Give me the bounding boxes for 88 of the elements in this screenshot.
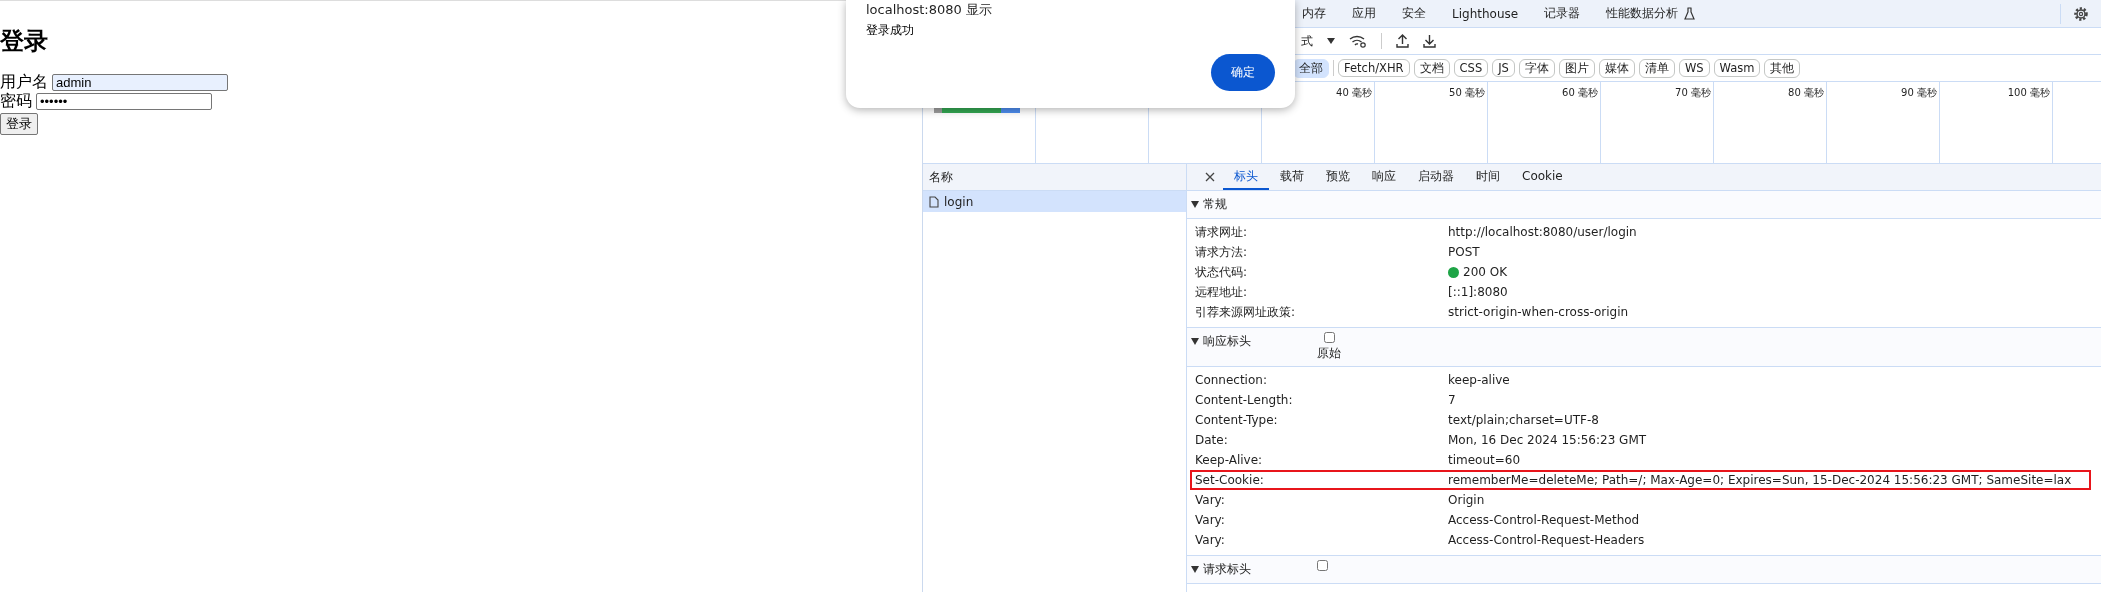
- wifi-gear-icon[interactable]: [1349, 34, 1367, 48]
- header-name: 请求方法:: [1194, 243, 1249, 261]
- header-value: text/plain;charset=UTF-8: [1448, 413, 1599, 427]
- filter-chip[interactable]: WS: [1678, 59, 1710, 77]
- close-icon[interactable]: [1205, 172, 1215, 182]
- collapse-triangle-icon[interactable]: [1191, 201, 1199, 208]
- filter-chip[interactable]: 字体: [1518, 58, 1555, 78]
- raw-checkbox[interactable]: [1317, 560, 1328, 571]
- filter-chip[interactable]: JS: [1492, 59, 1515, 77]
- field-label: 密码: [0, 91, 32, 111]
- throttle-dropdown[interactable]: 式: [1301, 32, 1313, 50]
- devtools-tab[interactable]: 应用: [1339, 0, 1389, 27]
- time-tick-label: 40 毫秒: [1336, 86, 1372, 100]
- detail-tab[interactable]: 启动器: [1407, 164, 1465, 190]
- header-value: [::1]:8080: [1448, 285, 1508, 299]
- section-title[interactable]: 常规: [1203, 196, 1227, 213]
- devtools-tab[interactable]: 安全: [1389, 0, 1439, 27]
- time-tick-label: 50 毫秒: [1449, 86, 1485, 100]
- input-field[interactable]: ••••••: [36, 93, 212, 110]
- header-name: Vary:: [1194, 533, 1226, 547]
- flask-icon: [1684, 7, 1696, 20]
- devtools-tab[interactable]: Lighthouse: [1439, 0, 1532, 27]
- status-dot: [1448, 266, 1459, 278]
- header-value: Origin: [1448, 493, 1485, 507]
- header-value: Mon, 16 Dec 2024 15:56:23 GMT: [1448, 433, 1647, 447]
- upload-icon[interactable]: [1396, 34, 1409, 48]
- time-tick-label: 60 毫秒: [1562, 86, 1598, 100]
- devtools-tab[interactable]: 性能数据分析: [1593, 0, 1709, 27]
- column-header: 名称: [929, 168, 953, 186]
- header-value: 7: [1448, 393, 1456, 407]
- header-value: Access-Control-Request-Headers: [1448, 533, 1645, 547]
- document-icon: [929, 195, 939, 208]
- header-value: POST: [1448, 245, 1480, 259]
- section-title[interactable]: 请求标头: [1203, 561, 1251, 578]
- time-tick-label: 70 毫秒: [1675, 86, 1711, 100]
- detail-tab[interactable]: 时间: [1465, 164, 1511, 190]
- collapse-triangle-icon[interactable]: [1191, 338, 1199, 345]
- section-title[interactable]: 响应标头: [1203, 333, 1251, 350]
- filter-chip[interactable]: Fetch/XHR: [1338, 59, 1410, 77]
- detail-tab[interactable]: Cookie: [1511, 164, 1574, 190]
- input-field[interactable]: admin: [52, 74, 228, 91]
- header-value: 200 OK: [1463, 265, 1508, 279]
- header-name: 远程地址:: [1194, 283, 1249, 301]
- request-row[interactable]: login: [923, 191, 1186, 212]
- header-value: http://localhost:8080/user/login: [1448, 225, 1637, 239]
- login-button[interactable]: 登录: [0, 113, 38, 135]
- detail-tab[interactable]: 载荷: [1269, 164, 1315, 190]
- header-name: Date:: [1194, 433, 1229, 447]
- ok-button[interactable]: 确定: [1211, 54, 1275, 91]
- filter-chip[interactable]: 文档: [1413, 58, 1450, 78]
- detail-tab[interactable]: 响应: [1361, 164, 1407, 190]
- devtools-tab[interactable]: 记录器: [1531, 0, 1594, 27]
- field-label: 用户名: [0, 72, 48, 92]
- collapse-triangle-icon[interactable]: [1191, 566, 1199, 573]
- dialog-title: localhost:8080 显示: [866, 1, 993, 17]
- checkbox-label: 原始: [1317, 345, 1341, 362]
- header-value: timeout=60: [1448, 453, 1521, 467]
- header-name: Keep-Alive:: [1194, 453, 1264, 467]
- header-name: 引荐来源网址政策:: [1194, 303, 1297, 321]
- page-heading: 登录: [0, 27, 48, 55]
- header-name: 请求网址:: [1194, 223, 1249, 241]
- header-value: rememberMe=deleteMe; Path=/; Max-Age=0; Expires=Sun, 15-Dec-2024 15:56:23 GMT; SameSite=lax: [1448, 473, 2072, 487]
- dialog-message: 登录成功: [866, 22, 915, 39]
- download-icon[interactable]: [1423, 34, 1436, 48]
- header-name: 状态代码:: [1194, 263, 1249, 281]
- time-tick-label: 90 毫秒: [1901, 86, 1937, 100]
- time-tick-label: 100 毫秒: [2007, 86, 2050, 100]
- header-name: Set-Cookie:: [1194, 473, 1265, 487]
- header-name: Content-Type:: [1194, 413, 1279, 427]
- filter-chip[interactable]: 媒体: [1598, 58, 1635, 78]
- filter-chip[interactable]: 全部: [1293, 58, 1329, 78]
- header-name: Connection:: [1194, 373, 1268, 387]
- header-name: Vary:: [1194, 493, 1226, 507]
- filter-chip[interactable]: 清单: [1638, 58, 1675, 78]
- filter-chip[interactable]: 图片: [1558, 58, 1595, 78]
- settings-icon[interactable]: [2073, 5, 2089, 22]
- header-value: strict-origin-when-cross-origin: [1448, 305, 1629, 319]
- header-name: Content-Length:: [1194, 393, 1294, 407]
- detail-tab[interactable]: 预览: [1315, 164, 1361, 190]
- filter-chip[interactable]: 其他: [1764, 58, 1801, 78]
- header-name: Vary:: [1194, 513, 1226, 527]
- header-value: keep-alive: [1448, 373, 1510, 387]
- time-tick-label: 80 毫秒: [1788, 86, 1824, 100]
- filter-chip[interactable]: CSS: [1453, 59, 1489, 77]
- header-value: Access-Control-Request-Method: [1448, 513, 1640, 527]
- raw-checkbox[interactable]: [1323, 332, 1335, 343]
- filter-chip[interactable]: Wasm: [1713, 59, 1761, 77]
- dropdown-arrow-icon[interactable]: [1327, 38, 1335, 44]
